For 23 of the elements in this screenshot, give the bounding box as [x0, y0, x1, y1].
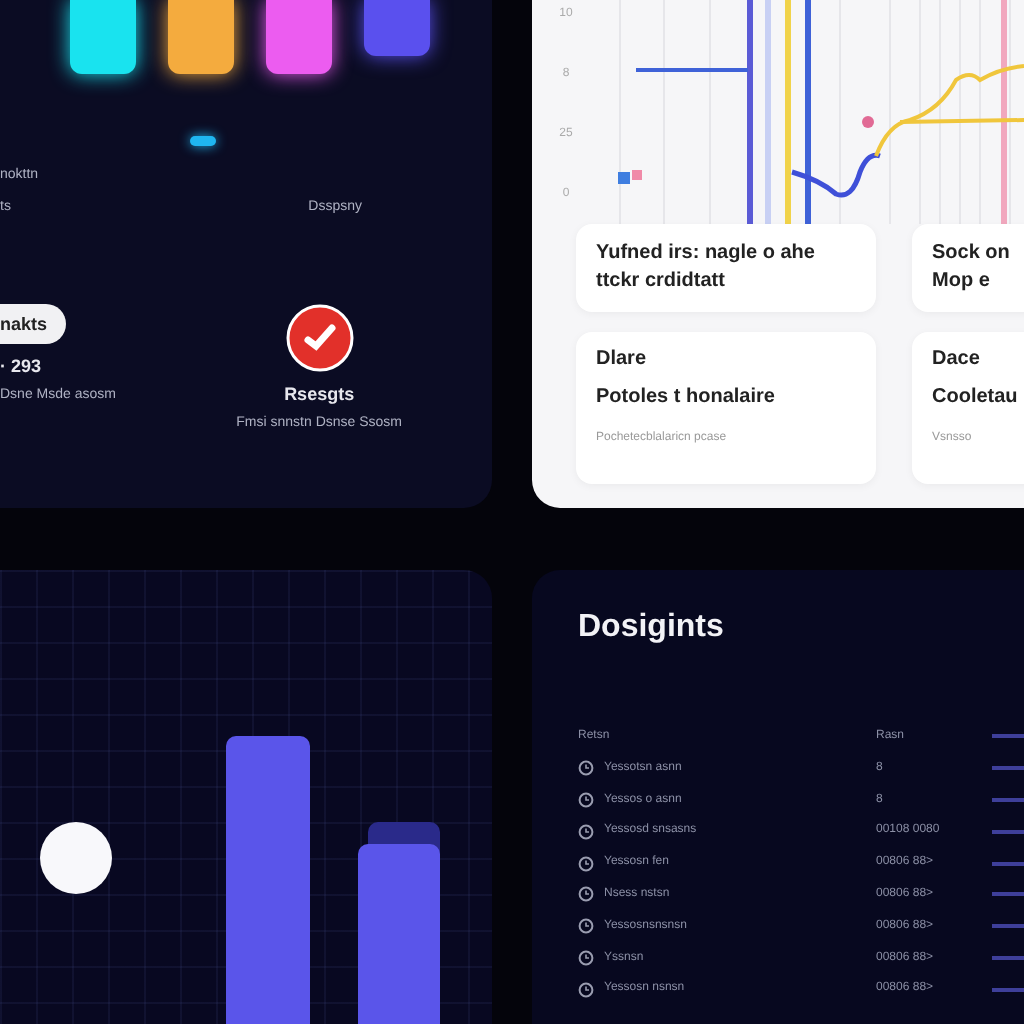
clock-icon — [578, 823, 594, 840]
indicator-pill — [190, 136, 216, 146]
clock-icon — [578, 981, 594, 998]
clock-icon — [578, 918, 594, 935]
note-text: Mop e — [932, 268, 992, 296]
note-text: Sock on — [932, 240, 1012, 268]
card-title: Dace — [932, 348, 982, 370]
note-text: ttckr crdidtatt — [596, 268, 727, 296]
check-icon — [285, 304, 354, 372]
value-text: · 293 — [0, 356, 44, 376]
glowing-dot — [40, 822, 112, 894]
note-text: Yufned irs: nagle o ahe — [596, 240, 817, 268]
clock-icon — [578, 791, 594, 808]
card-subtitle: Cooletau — [932, 386, 1020, 408]
clock-icon — [578, 760, 594, 777]
clock-icon — [578, 886, 594, 903]
panel-title: Dosigints — [578, 610, 726, 646]
clock-icon — [578, 949, 594, 966]
status-title: Rsesgts — [284, 384, 355, 404]
card-subtitle: Potoles t honalaire — [596, 386, 777, 408]
card-title: Dlare — [596, 348, 649, 370]
tag-pill[interactable]: nakts — [0, 304, 66, 344]
clock-icon — [578, 855, 594, 872]
